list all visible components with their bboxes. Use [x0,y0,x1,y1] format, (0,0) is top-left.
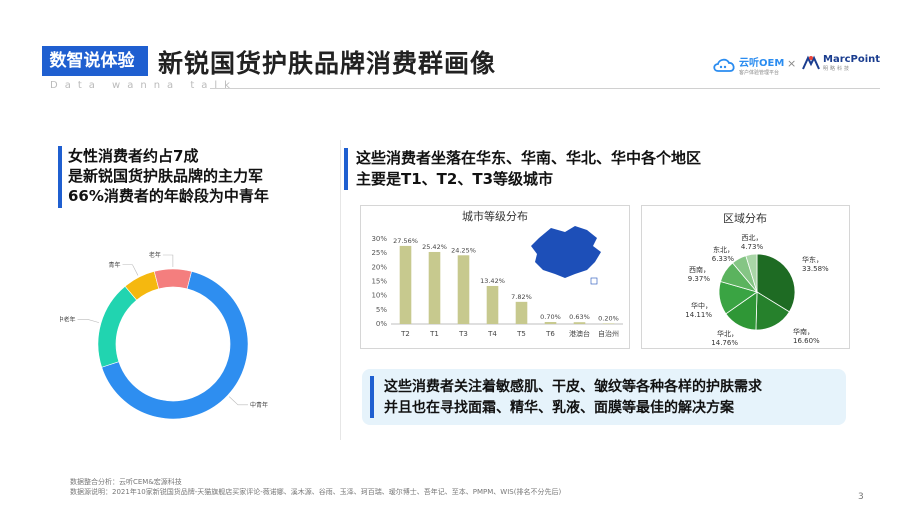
bar-T2 [399,245,412,324]
south-sea-inset-icon [590,277,598,285]
donut-label: 青年 [108,261,120,269]
city-tier-bar-chart: 城市等级分布 0% 5% 10% 15% 20% 25% 30% 27.56% T2 25.42% T… [371,209,623,338]
page-number: 3 [858,492,864,502]
header-divider [210,88,880,89]
pie-value-label: 14.76% [711,339,738,347]
china-map-icon [531,226,601,278]
donut-leader-line [122,264,139,276]
pie-value-label: 9.37% [688,275,711,283]
city-tier-chart-card: 城市等级分布 0% 5% 10% 15% 20% 25% 30% 27.56% T2 25.42% T… [360,205,630,349]
donut-leader-line [77,318,100,323]
bar-value-label: 7.82% [511,293,532,301]
pie-value-label: 4.73% [741,243,764,251]
bar-T6 [544,322,557,324]
left-accent-bar [58,146,62,208]
page-subtitle: Data wanna talk [50,80,237,91]
marcpoint-mark-icon [802,55,820,70]
marcpoint-logo: MarcPoint 明略科技 [802,54,880,72]
logo-left-text: 云听OEM [739,58,785,69]
callout-line: 这些消费者关注着敏感肌、干皮、皱纹等各种各样的护肤需求 [384,379,762,395]
pie-region-label: 华南， [793,327,814,336]
callout-accent-bar [370,376,374,418]
x-tick-label: T1 [429,330,439,338]
bar-chart-title: 城市等级分布 [462,209,528,223]
bar-value-label: 0.70% [540,313,561,321]
bar-value-label: 24.25% [451,246,476,254]
bar-T1 [428,251,441,324]
x-tick-label: T4 [487,330,497,338]
x-tick-label: T3 [458,330,468,338]
right-summary-line: 主要是T1、T2、T3等级城市 [356,170,554,188]
left-summary-line: 66%消费者的年龄段为中青年 [68,187,269,205]
age-donut-chart: 中青年 中老年 青年 老年 [60,251,268,420]
bar-港澳台 [573,322,586,324]
y-tick-label: 5% [376,306,387,314]
pie-value-label: 14.11% [685,311,712,319]
pie-region-label: 华北， [717,329,738,338]
logo-left-subtext: 客户体验管理平台 [739,70,780,76]
page-title: 新锐国货护肤品牌消费群画像 [158,49,497,78]
y-tick-label: 0% [376,320,387,328]
donut-label: 中青年 [250,401,268,409]
donut-slice-1 [97,285,138,368]
logo-separator: × [787,57,797,70]
pie-value-label: 6.33% [712,255,735,263]
pie-chart-title: 区域分布 [723,212,767,225]
left-summary-line: 是新锐国货护肤品牌的主力军 [68,167,264,185]
left-summary: 女性消费者约占7成 是新锐国货护肤品牌的主力军 66%消费者的年龄段为中青年 [68,146,269,206]
y-tick-label: 15% [371,278,387,286]
footer-analysis-note: 数据整合分析：云听CEM&宏源科技 [70,478,182,486]
section-tag: 数智说体验 [42,46,142,76]
right-summary: 这些消费者坐落在华东、华南、华北、华中各个地区 主要是T1、T2、T3等级城市 [356,148,701,190]
column-divider [340,140,341,440]
donut-label: 中老年 [60,315,76,323]
donut-leader-line [162,254,174,268]
pie-region-label: 东北， [713,245,734,254]
callout-text: 这些消费者关注着敏感肌、干皮、皱纹等各种各样的护肤需求 并且也在寻找面霜、精华、… [384,377,762,419]
donut-label: 老年 [149,251,161,259]
donut-slice-3 [153,268,192,290]
y-tick-label: 25% [371,249,387,257]
x-tick-label: T2 [400,330,410,338]
region-chart-card: 区域分布华东， 33.58% 华南， 16.60% 华北， 14.76% 华中， 14.11%… [641,205,850,349]
y-tick-label: 30% [371,235,387,243]
bar-value-label: 13.42% [480,277,505,285]
x-tick-label: 自治州 [598,329,619,338]
left-summary-line: 女性消费者约占7成 [68,147,199,165]
cloud-icon [713,58,735,72]
pie-value-label: 33.58% [802,265,829,273]
right-accent-bar [344,148,348,190]
pie-region-label: 西南， [689,265,710,274]
footer-source-note: 数据源说明：2021年10家新锐国货品牌-天猫旗舰店买家评论-薇诺娜、溪木源、谷… [70,488,562,496]
pie-value-label: 16.60% [793,337,820,345]
bar-T5 [515,301,528,324]
bar-value-label: 25.42% [422,243,447,251]
x-tick-label: 港澳台 [569,329,590,338]
region-pie-chart: 区域分布华东，33.58% 华南，16.60% 华北，14.76% 华中，14.11%… [685,212,829,347]
bar-value-label: 0.20% [598,314,619,322]
logo-right-text: MarcPoint [823,54,881,65]
x-tick-label: T6 [545,330,555,338]
right-summary-line: 这些消费者坐落在华东、华南、华北、华中各个地区 [356,149,702,167]
section-tag-tail [142,46,148,76]
bar-T4 [486,285,499,324]
pie-region-label: 西北， [742,234,763,242]
callout-line: 并且也在寻找面霜、精华、乳液、面膜等最佳的解决方案 [384,400,734,416]
y-tick-label: 20% [371,263,387,271]
donut-leader-line [228,396,248,406]
pie-region-label: 华东， [802,255,823,264]
pie-region-label: 华中， [691,301,712,310]
bar-自治州 [602,323,615,324]
bar-T3 [457,255,470,324]
y-tick-label: 10% [371,292,387,300]
bar-value-label: 27.56% [393,237,418,245]
logo-right-subtext: 明略科技 [823,66,852,72]
x-tick-label: T5 [516,330,526,338]
yunting-logo: 云听OEM 客户体验管理平台 [712,54,784,76]
bar-value-label: 0.63% [569,313,590,321]
